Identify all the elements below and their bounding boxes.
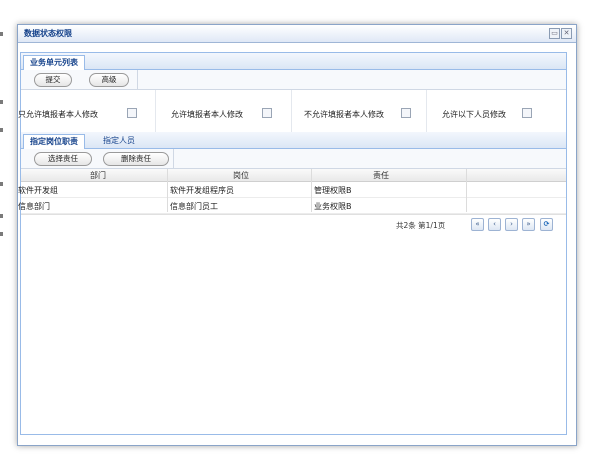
responsibility-grid: 部门 岗位 责任 软件开发组 软件开发组程序员 管理权限B 信息部门 信息部门员… — [18, 169, 566, 235]
table-row[interactable]: 软件开发组 软件开发组程序员 管理权限B — [18, 182, 566, 198]
background-mark — [0, 100, 3, 104]
permission-checkbox-1[interactable] — [262, 108, 272, 118]
column-header-position[interactable]: 岗位 — [233, 170, 249, 181]
cell-department: 信息部门 — [18, 202, 50, 211]
table-row[interactable]: 信息部门 信息部门员工 业务权限B — [18, 198, 566, 214]
tab-business-unit-list[interactable]: 业务单元列表 — [23, 55, 85, 71]
refresh-icon[interactable]: ⟳ — [540, 218, 553, 231]
last-page-icon[interactable]: » — [522, 218, 535, 231]
permission-label: 只允许填报者本人修改 — [18, 110, 98, 119]
column-divider — [466, 169, 467, 212]
submit-button[interactable]: 提交 — [34, 73, 72, 87]
dialog-title: 数据状态权限 — [24, 29, 72, 38]
permission-row: 只允许填报者本人修改 允许填报者本人修改 不允许填报者本人修改 允许以下人员修改 — [18, 90, 566, 132]
permission-label: 允许填报者本人修改 — [171, 110, 243, 119]
cell-responsibility: 管理权限B — [314, 186, 352, 195]
close-icon[interactable]: ✕ — [561, 28, 572, 39]
column-header-department[interactable]: 部门 — [90, 170, 106, 181]
business-tabstrip: 业务单元列表 — [21, 53, 566, 71]
tab-assign-person[interactable]: 指定人员 — [97, 134, 141, 148]
advanced-button[interactable]: 高级 — [89, 73, 129, 87]
cell-department: 软件开发组 — [18, 186, 58, 195]
column-divider — [311, 169, 312, 212]
pager-summary: 共2条 第1/1页 — [396, 221, 446, 230]
permission-label: 允许以下人员修改 — [442, 110, 506, 119]
permission-label: 不允许填报者本人修改 — [304, 110, 384, 119]
toolbar-divider — [137, 70, 138, 89]
cell-position: 信息部门员工 — [170, 202, 218, 211]
next-page-icon[interactable]: › — [505, 218, 518, 231]
column-divider — [291, 90, 292, 132]
toolbar-divider — [173, 149, 174, 168]
delete-responsibility-button[interactable]: 删除责任 — [103, 152, 169, 166]
cell-position: 软件开发组程序员 — [170, 186, 234, 195]
business-toolbar: 提交 高级 — [21, 70, 566, 90]
assign-toolbar: 选择责任 删除责任 — [21, 149, 566, 169]
pagination-bar: 共2条 第1/1页 « ‹ › » ⟳ — [21, 214, 566, 235]
tab-assign-position[interactable]: 指定岗位职责 — [23, 134, 85, 150]
first-page-icon[interactable]: « — [471, 218, 484, 231]
column-divider — [167, 169, 168, 212]
column-divider — [155, 90, 156, 132]
permission-checkbox-3[interactable] — [522, 108, 532, 118]
select-responsibility-button[interactable]: 选择责任 — [34, 152, 92, 166]
column-divider — [426, 90, 427, 132]
assign-panel: 指定岗位职责 指定人员 选择责任 删除责任 部门 岗位 责任 软件开发组 软件开… — [18, 132, 567, 435]
permission-checkbox-2[interactable] — [401, 108, 411, 118]
business-unit-panel: 业务单元列表 提交 高级 只允许填报者本人修改 允许填报者本人修改 不允许填报者… — [18, 52, 567, 135]
assign-tabstrip: 指定岗位职责 指定人员 — [21, 132, 566, 150]
background-mark — [0, 128, 3, 132]
grid-header: 部门 岗位 责任 — [21, 169, 566, 182]
column-header-responsibility[interactable]: 责任 — [373, 170, 389, 181]
background-mark — [0, 32, 3, 36]
prev-page-icon[interactable]: ‹ — [488, 218, 501, 231]
background-mark — [0, 182, 3, 186]
background-mark — [0, 214, 3, 218]
permission-checkbox-0[interactable] — [127, 108, 137, 118]
title-bar[interactable]: 数据状态权限 ▭ ✕ — [18, 25, 576, 43]
cell-responsibility: 业务权限B — [314, 202, 352, 211]
background-mark — [0, 232, 3, 236]
minimize-icon[interactable]: ▭ — [549, 28, 560, 39]
